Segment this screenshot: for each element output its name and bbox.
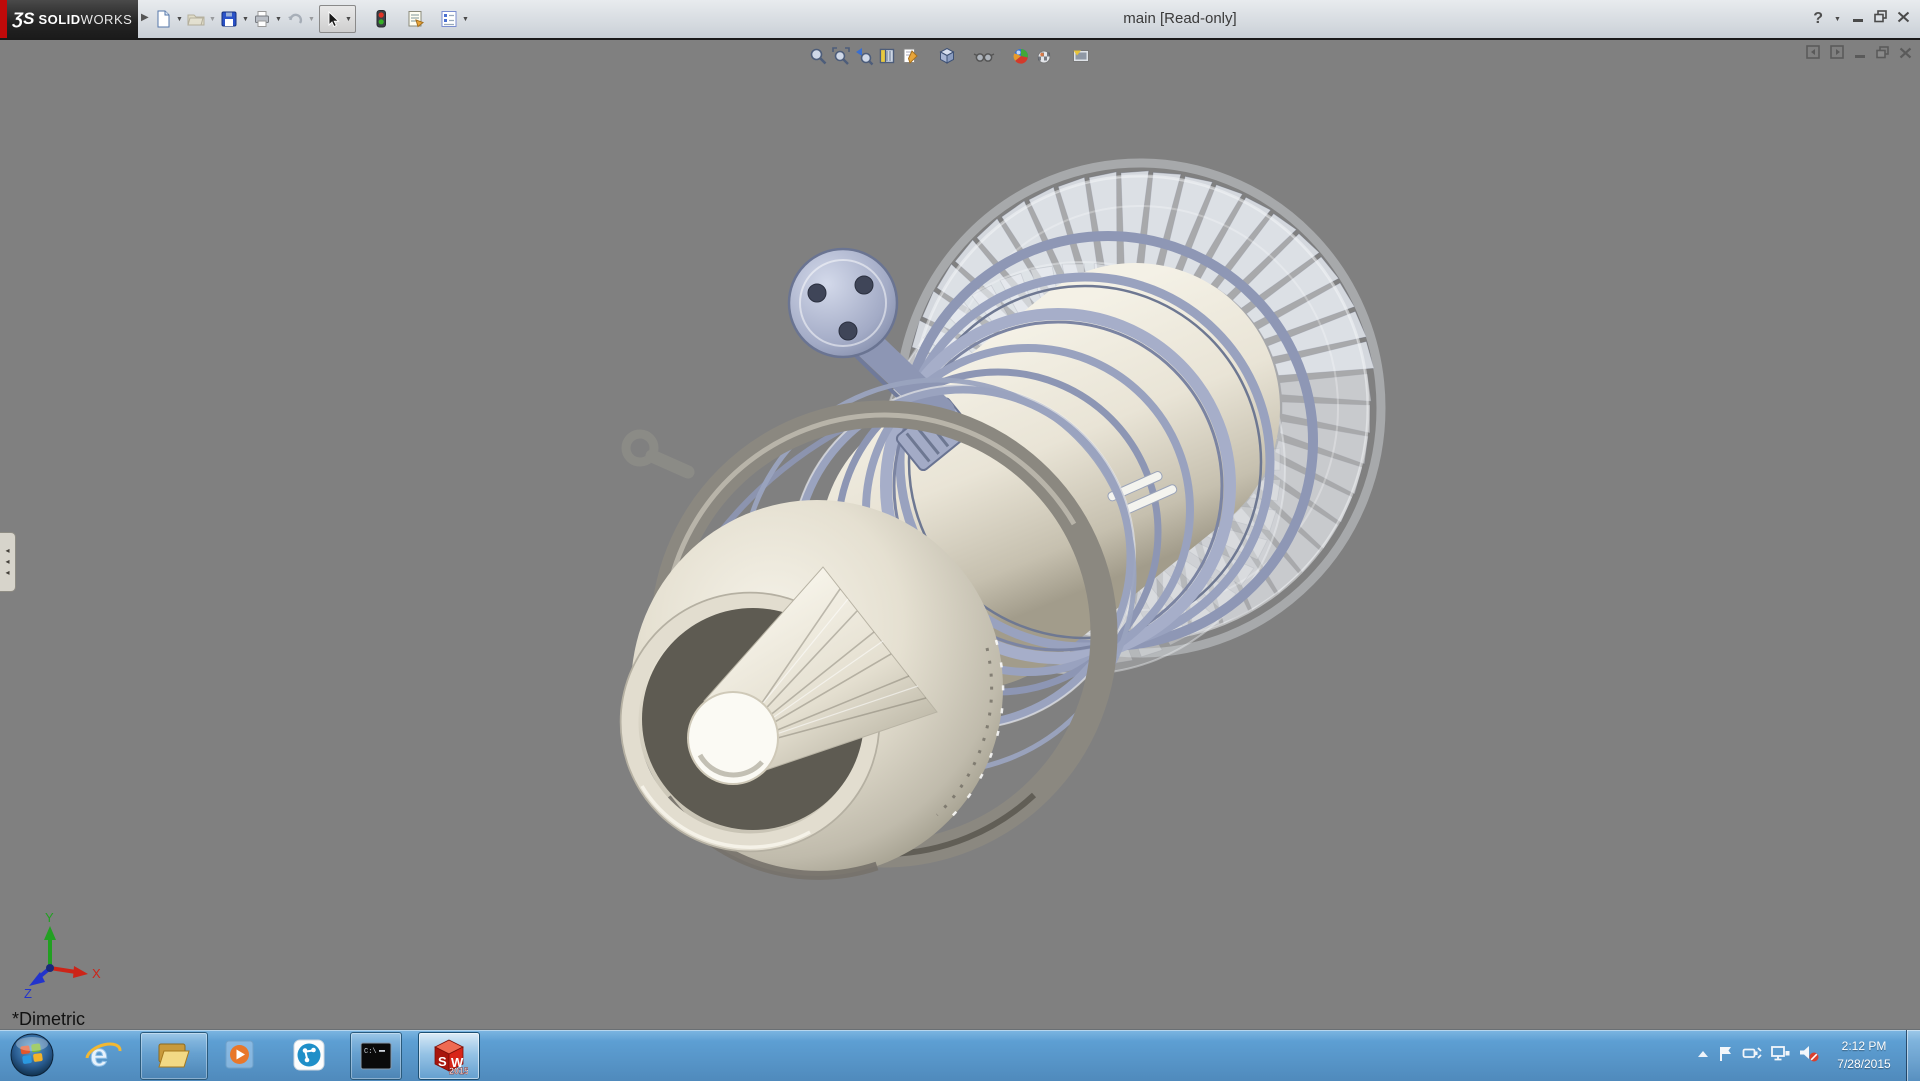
apply-scene-ball-icon[interactable] — [1032, 44, 1055, 67]
sw-badge-s: S — [438, 1054, 447, 1069]
select-cursor-icon — [321, 8, 343, 30]
show-desktop-button[interactable] — [1906, 1030, 1920, 1081]
title-controls: ? ▼ — [1813, 0, 1910, 38]
print-caret[interactable]: ▼ — [273, 16, 284, 23]
options-icon[interactable] — [438, 8, 460, 30]
print-icon[interactable] — [251, 8, 273, 30]
logo-brand-bold: SOLID — [38, 12, 80, 27]
main-toolbar: ▼ ▼ ▼ ▼ ▼ ▼ ▼ — [152, 3, 471, 35]
solidworks-taskbar-button[interactable]: S W 2015 — [418, 1032, 480, 1080]
options-caret[interactable]: ▼ — [460, 16, 471, 23]
select-tool-button[interactable]: ▼ — [319, 5, 356, 33]
solidworks-logo: ƷS SOLID WORKS — [7, 0, 138, 38]
new-document-icon[interactable] — [152, 8, 174, 30]
feature-tree-collapse-tab[interactable]: ◂ ◂ ◂ — [0, 532, 16, 592]
window-title: main [Read-only] — [1040, 0, 1320, 38]
undo-caret[interactable]: ▼ — [306, 16, 317, 23]
minimize-document-button[interactable] — [1854, 46, 1867, 64]
collapse-arrow-icon: ◂ — [5, 547, 9, 555]
front-fan-blades — [882, 263, 1281, 666]
collapse-arrow-icon: ◂ — [5, 558, 9, 566]
pane-left-icon[interactable] — [1806, 45, 1821, 64]
restore-document-button[interactable] — [1876, 46, 1890, 64]
minimize-button[interactable] — [1852, 10, 1865, 28]
windows-taskbar: e C:\ S W 2015 2:12 PM 7/28/2015 — [0, 1029, 1920, 1081]
graphics-area[interactable]: ◂ ◂ ◂ Y X Z *Dimetric — [0, 40, 1920, 1029]
logo-mark: ƷS — [13, 9, 35, 29]
command-prompt-button[interactable]: C:\ — [350, 1032, 402, 1080]
pane-right-icon[interactable] — [1830, 45, 1845, 64]
system-tray — [1696, 1030, 1820, 1081]
help-caret[interactable]: ▼ — [1832, 16, 1843, 23]
logo-brand-light: WORKS — [81, 12, 133, 27]
undo-icon[interactable] — [284, 8, 306, 30]
collapse-arrow-icon: ◂ — [5, 569, 9, 577]
show-hidden-icons-button[interactable] — [1696, 1047, 1710, 1065]
drawing-view-icon[interactable] — [898, 44, 921, 67]
triad-z-label: Z — [24, 986, 32, 1001]
taskbar-clock[interactable]: 2:12 PM 7/28/2015 — [1824, 1030, 1904, 1081]
triad-y-label: Y — [45, 910, 54, 925]
save-icon[interactable] — [218, 8, 240, 30]
hide-show-items-glasses-icon[interactable] — [972, 44, 995, 67]
ie-e-glyph: e — [90, 1037, 108, 1073]
close-button[interactable] — [1897, 10, 1910, 28]
previous-view-icon[interactable] — [852, 44, 875, 67]
rebuild-traffic-light-icon[interactable] — [370, 8, 392, 30]
clock-time: 2:12 PM — [1842, 1038, 1887, 1055]
open-document-icon[interactable] — [185, 8, 207, 30]
headsup-view-toolbar — [806, 44, 1092, 67]
menu-expand-arrow[interactable]: ▶ — [141, 12, 149, 23]
media-player-button[interactable] — [216, 1032, 264, 1078]
save-caret[interactable]: ▼ — [240, 16, 251, 23]
restore-button[interactable] — [1874, 10, 1888, 28]
help-button[interactable]: ? — [1813, 10, 1823, 28]
app-accent-strip — [0, 0, 7, 38]
zoom-to-fit-icon[interactable] — [806, 44, 829, 67]
volume-muted-icon[interactable] — [1798, 1043, 1820, 1068]
zoom-to-area-icon[interactable] — [829, 44, 852, 67]
view-orientation-label: *Dimetric — [12, 1009, 85, 1030]
new-document-caret[interactable]: ▼ — [174, 16, 185, 23]
share-app-button[interactable] — [284, 1032, 334, 1078]
cmd-prompt-text: C:\ — [364, 1048, 377, 1056]
power-plug-icon[interactable] — [1742, 1044, 1762, 1067]
document-window-controls — [1806, 45, 1912, 64]
section-view-icon[interactable] — [875, 44, 898, 67]
rear-fan-blades — [909, 171, 1374, 639]
open-document-caret[interactable]: ▼ — [207, 16, 218, 23]
reference-triad: Y X Z — [10, 908, 120, 1018]
view-orientation-cube-icon[interactable] — [935, 44, 958, 67]
network-display-icon[interactable] — [1770, 1044, 1790, 1067]
view-settings-icon[interactable] — [1069, 44, 1092, 67]
clock-date: 7/28/2015 — [1837, 1056, 1890, 1073]
file-properties-icon[interactable] — [404, 8, 426, 30]
jet-engine-3d-model — [0, 40, 1920, 1029]
title-bar: ƷS SOLID WORKS ▶ ▼ ▼ ▼ ▼ ▼ ▼ — [0, 0, 1920, 40]
internet-explorer-button[interactable]: e — [80, 1032, 126, 1078]
action-center-flag-icon[interactable] — [1718, 1044, 1734, 1067]
triad-x-label: X — [92, 966, 101, 981]
sw-badge-year: 2015 — [449, 1066, 468, 1075]
close-document-button[interactable] — [1899, 46, 1912, 64]
windows-explorer-button[interactable] — [140, 1032, 208, 1080]
select-tool-caret[interactable]: ▼ — [343, 16, 354, 23]
edit-appearance-ball-icon[interactable] — [1009, 44, 1032, 67]
start-button[interactable] — [8, 1032, 56, 1078]
